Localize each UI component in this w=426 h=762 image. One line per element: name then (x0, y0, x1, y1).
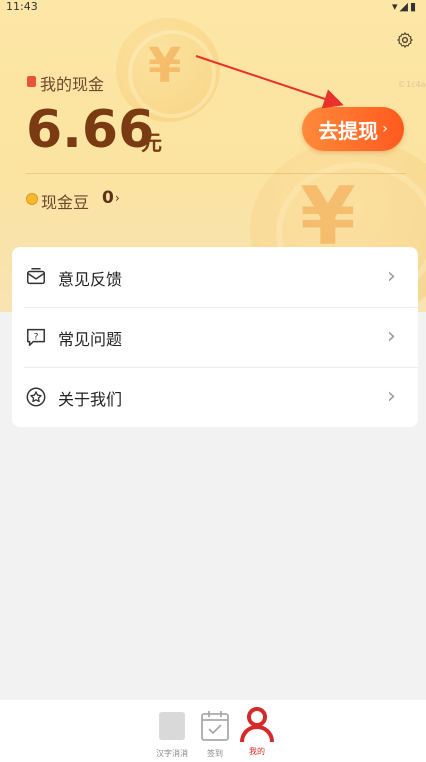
feedback-mail-icon (27, 268, 45, 285)
puzzle-icon (159, 712, 185, 740)
beans-label: 现金豆 (41, 193, 90, 212)
menu-item-feedback[interactable]: 意见反馈 › (12, 247, 418, 307)
beans-value[interactable]: 0 (102, 188, 114, 208)
tab-label: 我的 (249, 747, 265, 756)
calendar-check-icon (201, 711, 229, 741)
menu-item-label: 常见问题 (58, 330, 123, 349)
menu-card: 意见反馈 › ? 常见问题 › 关于我们 › (12, 247, 418, 427)
menu-item-label: 意见反馈 (58, 270, 123, 289)
menu-item-label: 关于我们 (58, 390, 123, 409)
menu-item-faq[interactable]: ? 常见问题 › (12, 307, 418, 367)
chevron-right-icon: › (387, 264, 396, 289)
faq-chat-icon: ? (27, 328, 45, 346)
chevron-right-icon: › (387, 384, 396, 409)
bottom-tab-bar: 汉字消消 签到 我的 (0, 700, 426, 762)
chevron-right-icon[interactable]: › (115, 191, 120, 205)
tab-mine[interactable]: 我的 (232, 707, 282, 757)
menu-item-about[interactable]: 关于我们 › (12, 367, 418, 427)
svg-text:?: ? (34, 331, 39, 342)
chevron-right-icon: › (387, 324, 396, 349)
header-divider (26, 173, 406, 174)
about-star-icon (26, 387, 46, 407)
person-icon (240, 707, 274, 743)
bean-coin-icon (27, 194, 37, 204)
